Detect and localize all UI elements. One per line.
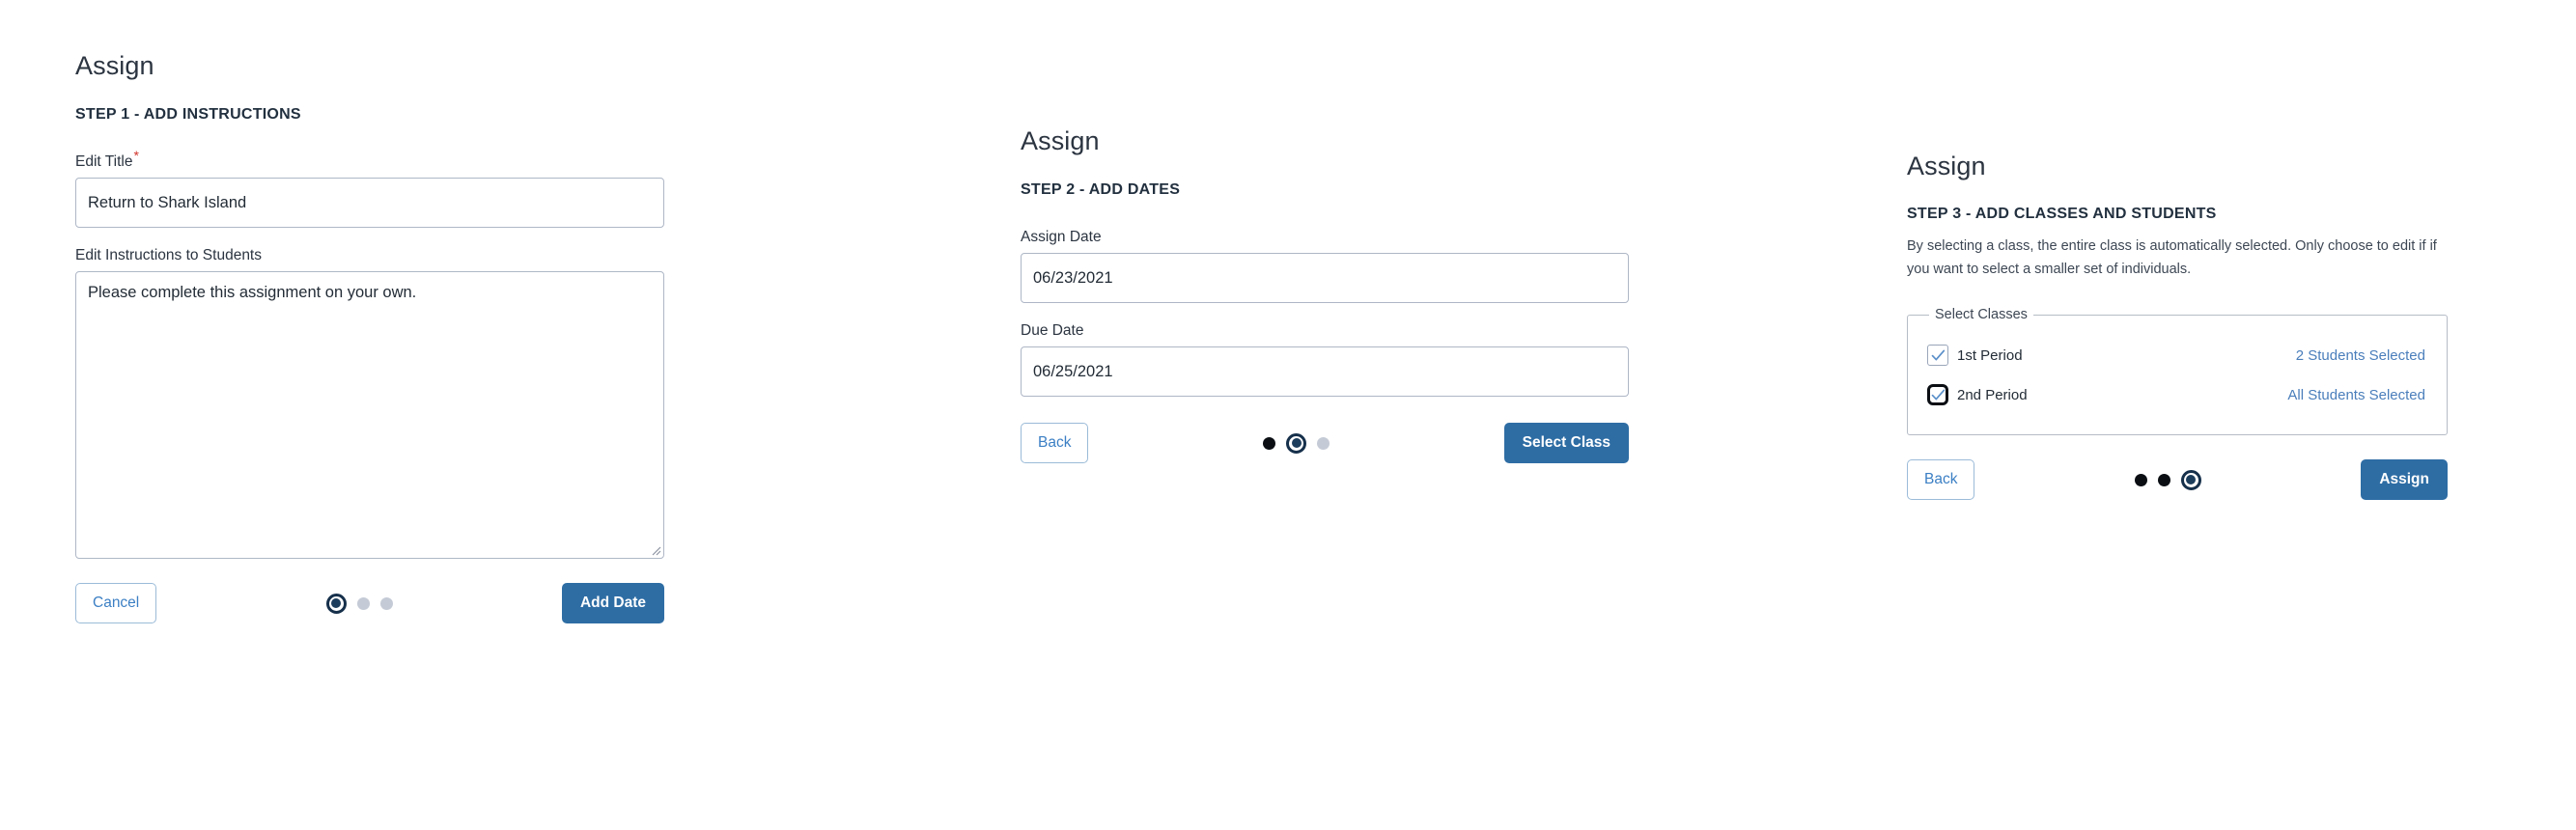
edit-title-label: Edit Title* — [75, 149, 664, 171]
progress-dot-1[interactable] — [325, 593, 347, 614]
checkmark-icon — [1931, 389, 1945, 401]
step1-heading: STEP 1 - ADD INSTRUCTIONS — [75, 106, 301, 124]
step3-footer: Back Assign — [1907, 459, 2448, 501]
assign-button[interactable]: Assign — [2361, 459, 2448, 501]
required-asterisk-icon: * — [133, 148, 139, 164]
progress-dot-2[interactable] — [2157, 473, 2170, 486]
assign-step1-panel: Assign STEP 1 - ADD INSTRUCTIONS Edit Ti… — [75, 50, 664, 624]
page-title-step2: Assign — [1021, 126, 1100, 155]
assign-date-input[interactable]: 06/23/2021 — [1021, 253, 1629, 304]
select-classes-legend: Select Classes — [1935, 307, 2028, 323]
edit-instructions-value: Please complete this assignment on your … — [88, 284, 417, 302]
progress-dot-3[interactable] — [379, 596, 393, 610]
back-button-step2[interactable]: Back — [1021, 423, 1089, 464]
class-name-2nd-period: 2nd Period — [1957, 386, 2028, 403]
step3-heading: STEP 3 - ADD CLASSES AND STUDENTS — [1907, 206, 2217, 223]
checkbox-checked-icon-1st-period[interactable] — [1927, 345, 1948, 367]
progress-dot-3[interactable] — [2180, 469, 2201, 490]
edit-instructions-label: Edit Instructions to Students — [75, 247, 262, 264]
step3-progress-dots — [2134, 469, 2201, 490]
back-button-step3[interactable]: Back — [1907, 459, 1975, 501]
progress-dot-1[interactable] — [1263, 436, 1276, 450]
progress-dot-2[interactable] — [1286, 432, 1307, 454]
class-row-2nd-period-left: 2nd Period — [1927, 384, 2028, 406]
resize-grip-icon[interactable] — [648, 542, 661, 556]
add-date-button[interactable]: Add Date — [561, 583, 664, 624]
progress-dot-1[interactable] — [2134, 473, 2147, 486]
select-class-button[interactable]: Select Class — [1503, 423, 1629, 464]
step1-footer: Cancel Add Date — [75, 583, 664, 624]
class-name-1st-period: 1st Period — [1957, 346, 2023, 364]
page-title: Assign — [75, 51, 154, 80]
due-date-input[interactable]: 06/25/2021 — [1021, 346, 1629, 398]
step2-heading: STEP 2 - ADD DATES — [1021, 181, 1181, 199]
progress-dot-3[interactable] — [1317, 436, 1330, 450]
checkmark-icon — [1931, 349, 1945, 361]
step3-description: By selecting a class, the entire class i… — [1907, 238, 2437, 278]
checkbox-checked-icon-2nd-period[interactable] — [1927, 384, 1948, 406]
students-selected-link-2nd-period[interactable]: All Students Selected — [2287, 387, 2425, 403]
assign-step2-panel: Assign STEP 2 - ADD DATES Assign Date 06… — [1021, 125, 1629, 464]
step2-progress-dots — [1263, 432, 1330, 454]
edit-instructions-textarea[interactable]: Please complete this assignment on your … — [75, 271, 664, 560]
class-row-1st-period-left: 1st Period — [1927, 345, 2023, 367]
select-classes-fieldset: Select Classes 1st Period 2 Students Sel… — [1907, 307, 2448, 436]
class-row-1st-period[interactable]: 1st Period 2 Students Selected — [1927, 339, 2425, 372]
page-title-step3: Assign — [1907, 152, 1986, 180]
students-selected-link-1st-period[interactable]: 2 Students Selected — [2296, 347, 2425, 364]
class-row-2nd-period[interactable]: 2nd Period All Students Selected — [1927, 378, 2425, 411]
assign-step3-panel: Assign STEP 3 - ADD CLASSES AND STUDENTS… — [1907, 151, 2448, 501]
due-date-label: Due Date — [1021, 322, 1084, 340]
step1-progress-dots — [325, 593, 393, 614]
step2-footer: Back Select Class — [1021, 423, 1629, 464]
progress-dot-2[interactable] — [356, 596, 370, 610]
cancel-button[interactable]: Cancel — [75, 583, 157, 624]
edit-title-input[interactable]: Return to Shark Island — [75, 178, 664, 229]
edit-title-label-text: Edit Title — [75, 153, 133, 171]
assign-date-label: Assign Date — [1021, 229, 1102, 246]
